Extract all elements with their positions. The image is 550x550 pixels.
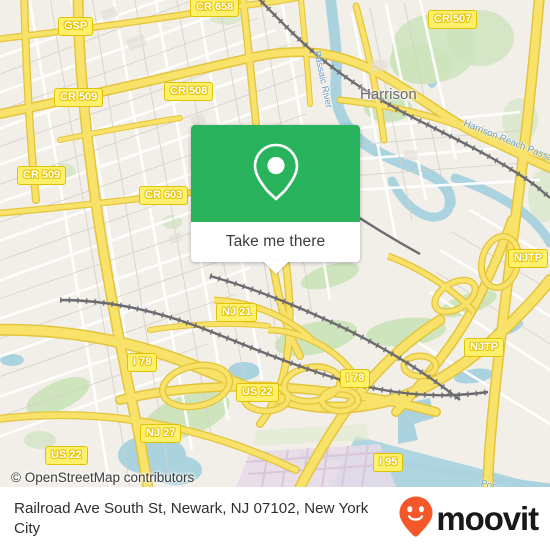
map-pin-icon <box>249 141 303 206</box>
address-text: Railroad Ave South St, Newark, NJ 07102,… <box>14 499 369 537</box>
road-shield: NJ 27 <box>140 424 182 443</box>
moovit-smiley-pin-icon <box>398 495 434 542</box>
road-shield: CR 509 <box>17 166 67 185</box>
road-shield: CR 509 <box>54 88 104 107</box>
moovit-wordmark: moovit <box>436 500 539 537</box>
map-canvas[interactable]: CR 658 CR 507 GSP CR 508 CR 509 CR 509 C… <box>0 0 550 487</box>
take-me-there-label: Take me there <box>225 233 326 250</box>
moovit-map-screen: CR 658 CR 507 GSP CR 508 CR 509 CR 509 C… <box>0 0 550 550</box>
popup-icon-area <box>191 125 360 222</box>
place-label-harrison: Harrison <box>360 86 417 103</box>
road-shield: CR 508 <box>164 82 214 101</box>
road-shield: NJTP <box>464 338 505 357</box>
footer-bar: Railroad Ave South St, Newark, NJ 07102,… <box>0 487 550 550</box>
popup-pointer-tail <box>262 261 289 274</box>
popup-action-area[interactable]: Take me there <box>191 222 360 262</box>
road-shield: GSP <box>58 17 94 36</box>
road-shield: CR 507 <box>428 10 478 29</box>
road-shield: CR 658 <box>190 0 240 17</box>
road-shield: CR 603 <box>139 186 189 205</box>
road-shield: I 78 <box>340 369 371 388</box>
road-shield: NJ 21 <box>216 303 258 322</box>
road-shield: I 78 <box>127 353 158 372</box>
location-popup-card[interactable]: Take me there <box>191 125 360 274</box>
moovit-logo[interactable]: moovit <box>398 495 550 542</box>
road-shield: US 22 <box>236 383 279 402</box>
map-attribution[interactable]: © OpenStreetMap contributors <box>11 470 194 485</box>
road-shield: NJTP <box>508 249 549 268</box>
road-shield: US 22 <box>45 446 88 465</box>
road-shield: I 95 <box>373 453 404 472</box>
